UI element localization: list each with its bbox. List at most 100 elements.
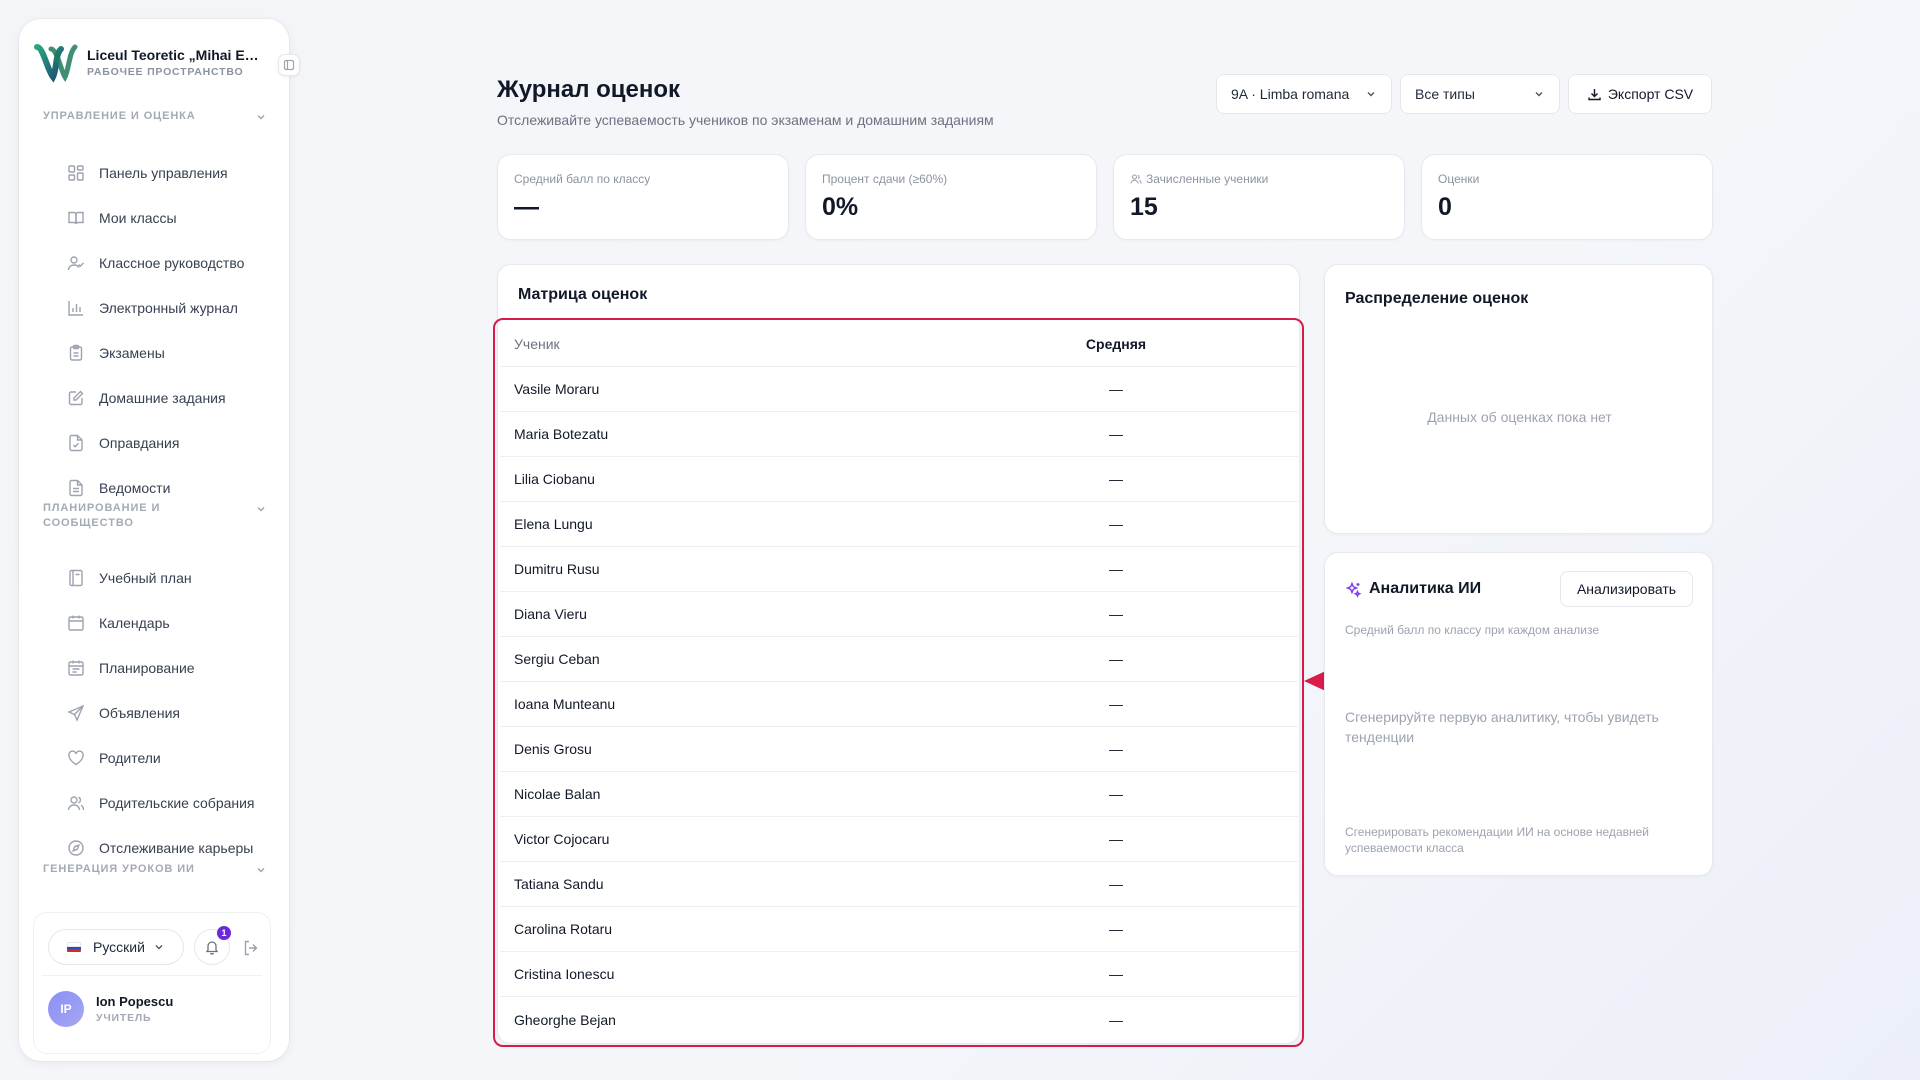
nav-section-planning[interactable]: ПЛАНИРОВАНИЕ И СООБЩЕСТВО xyxy=(43,501,273,531)
table-row[interactable]: Dumitru Rusu — xyxy=(500,547,1298,592)
user-role: УЧИТЕЛЬ xyxy=(96,1012,152,1024)
clipboard-icon xyxy=(69,344,83,361)
table-row[interactable]: Tatiana Sandu — xyxy=(500,862,1298,907)
table-row[interactable]: Gheorghe Bejan — xyxy=(500,997,1298,1042)
sidebar-item-parent-meetings[interactable]: Родительские собрания xyxy=(43,785,273,821)
page-title: Журнал оценок xyxy=(497,76,681,103)
sidebar-item-label: Ведомости xyxy=(99,480,171,496)
student-name: Denis Grosu xyxy=(514,741,592,757)
export-csv-button[interactable]: Экспорт CSV xyxy=(1568,74,1712,114)
table-row[interactable]: Diana Vieru — xyxy=(500,592,1298,637)
russia-flag-icon xyxy=(67,942,81,952)
table-row[interactable]: Cristina Ionescu — xyxy=(500,952,1298,997)
student-name: Victor Cojocaru xyxy=(514,831,610,847)
notebook-icon xyxy=(69,569,83,587)
chevron-down-icon xyxy=(1367,92,1375,97)
ai-analytics-title: Аналитика ИИ xyxy=(1369,580,1482,597)
notifications-button[interactable]: 1 xyxy=(194,926,231,965)
class-select-value: 9A · Limba romana xyxy=(1231,86,1350,102)
sidebar-item-my-classes[interactable]: Мои классы xyxy=(43,200,273,236)
export-csv-label: Экспорт CSV xyxy=(1607,86,1694,102)
stat-value: 15 xyxy=(1130,193,1158,221)
logout-icon[interactable] xyxy=(242,939,260,957)
language-select[interactable]: Русский xyxy=(48,929,184,965)
calendar-list-icon xyxy=(68,660,84,676)
sidebar-item-exams[interactable]: Экзамены xyxy=(43,335,273,371)
table-row[interactable]: Lilia Ciobanu — xyxy=(500,457,1298,502)
table-row[interactable]: Victor Cojocaru — xyxy=(500,817,1298,862)
stat-card-class-average: Средний балл по классу — xyxy=(497,154,789,240)
send-icon xyxy=(67,704,85,722)
student-average: — xyxy=(1109,471,1123,487)
student-average: — xyxy=(1109,741,1123,757)
ai-empty-message: Сгенерируйте первую аналитику, чтобы уви… xyxy=(1345,709,1659,745)
class-select[interactable]: 9A · Limba romana xyxy=(1216,74,1392,114)
sidebar-item-gradebook[interactable]: Электронный журнал xyxy=(43,290,273,326)
book-open-icon xyxy=(68,211,84,225)
user-profile[interactable]: IP Ion Popescu УЧИТЕЛЬ xyxy=(48,991,173,1027)
analyze-button[interactable]: Анализировать xyxy=(1560,571,1693,607)
sidebar-item-label: Планирование xyxy=(99,660,195,676)
table-row[interactable]: Denis Grosu — xyxy=(500,727,1298,772)
column-header-student[interactable]: Ученик xyxy=(500,336,1060,352)
stat-value: — xyxy=(514,193,539,221)
sidebar: Liceul Teoretic „Mihai Emi... РАБОЧЕЕ ПР… xyxy=(19,19,289,1061)
user-name: Ion Popescu xyxy=(96,994,174,1009)
student-name: Gheorghe Bejan xyxy=(514,1011,616,1028)
table-row[interactable]: Ioana Munteanu — xyxy=(500,682,1298,727)
table-row[interactable]: Sergiu Ceban — xyxy=(500,637,1298,682)
calendar-icon xyxy=(68,615,84,631)
sidebar-item-label: Родительские собрания xyxy=(99,795,255,811)
table-row[interactable]: Vasile Moraru — xyxy=(500,367,1298,412)
stat-label: Процент сдачи (≥60%) xyxy=(822,172,948,186)
type-select-value: Все типы xyxy=(1415,86,1475,102)
student-name: Maria Botezatu xyxy=(514,426,609,442)
sidebar-item-label: Календарь xyxy=(99,615,170,631)
school-logo xyxy=(34,44,78,83)
ai-footer-note: Сгенерировать рекомендации ИИ на основе … xyxy=(1345,825,1649,855)
sidebar-collapse-button[interactable] xyxy=(278,54,300,76)
nav-section-title: ПЛАНИРОВАНИЕ И СООБЩЕСТВО xyxy=(43,502,161,529)
distribution-empty-message: Данных об оценках пока нет xyxy=(1427,409,1612,425)
student-name: Cristina Ionescu xyxy=(514,966,615,982)
chevron-down-icon xyxy=(257,507,265,512)
workspace-label: РАБОЧЕЕ ПРОСТРАНСТВО xyxy=(87,65,244,78)
sidebar-item-calendar[interactable]: Календарь xyxy=(43,605,273,641)
table-row[interactable]: Carolina Rotaru — xyxy=(500,907,1298,952)
student-name: Ioana Munteanu xyxy=(514,696,616,712)
table-row[interactable]: Maria Botezatu — xyxy=(500,412,1298,457)
nav-section-management[interactable]: УПРАВЛЕНИЕ И ОЦЕНКА xyxy=(43,109,273,124)
nav-section-ai-lessons[interactable]: ГЕНЕРАЦИЯ УРОКОВ ИИ xyxy=(43,862,273,877)
student-name: Vasile Moraru xyxy=(514,381,600,397)
sidebar-item-career-tracking[interactable]: Отслеживание карьеры xyxy=(43,830,273,866)
stat-label: Средний балл по классу xyxy=(514,172,651,186)
student-name: Tatiana Sandu xyxy=(514,876,604,892)
ai-caption: Средний балл по классу при каждом анализ… xyxy=(1345,623,1600,637)
column-header-average[interactable]: Средняя xyxy=(1060,336,1172,352)
sidebar-item-label: Объявления xyxy=(99,705,180,721)
stat-card-pass-rate: Процент сдачи (≥60%) 0% xyxy=(805,154,1097,240)
sidebar-item-label: Панель управления xyxy=(99,165,228,181)
sidebar-item-dashboard[interactable]: Панель управления xyxy=(43,155,273,191)
divider xyxy=(42,975,262,976)
user-check-icon xyxy=(67,256,84,271)
sidebar-item-curriculum[interactable]: Учебный план xyxy=(43,560,273,596)
nav-section-title: УПРАВЛЕНИЕ И ОЦЕНКА xyxy=(43,110,196,122)
stat-card-grades: Оценки 0 xyxy=(1421,154,1713,240)
sidebar-item-homework[interactable]: Домашние задания xyxy=(43,380,273,416)
sidebar-item-planning[interactable]: Планирование xyxy=(43,650,273,686)
sidebar-item-parents[interactable]: Родители xyxy=(43,740,273,776)
avatar: IP xyxy=(48,991,84,1027)
sidebar-item-excuses[interactable]: Оправдания xyxy=(43,425,273,461)
stat-value: 0 xyxy=(1438,193,1452,221)
chevron-down-icon xyxy=(1535,92,1543,97)
table-row[interactable]: Elena Lungu — xyxy=(500,502,1298,547)
type-select[interactable]: Все типы xyxy=(1400,74,1560,114)
grid-icon xyxy=(68,165,84,181)
stat-label: Оценки xyxy=(1438,172,1480,186)
sidebar-item-homeroom[interactable]: Классное руководство xyxy=(43,245,273,281)
sidebar-item-announcements[interactable]: Объявления xyxy=(43,695,273,731)
table-row[interactable]: Nicolae Balan — xyxy=(500,772,1298,817)
users-icon xyxy=(1130,174,1142,184)
student-name: Sergiu Ceban xyxy=(514,651,600,667)
